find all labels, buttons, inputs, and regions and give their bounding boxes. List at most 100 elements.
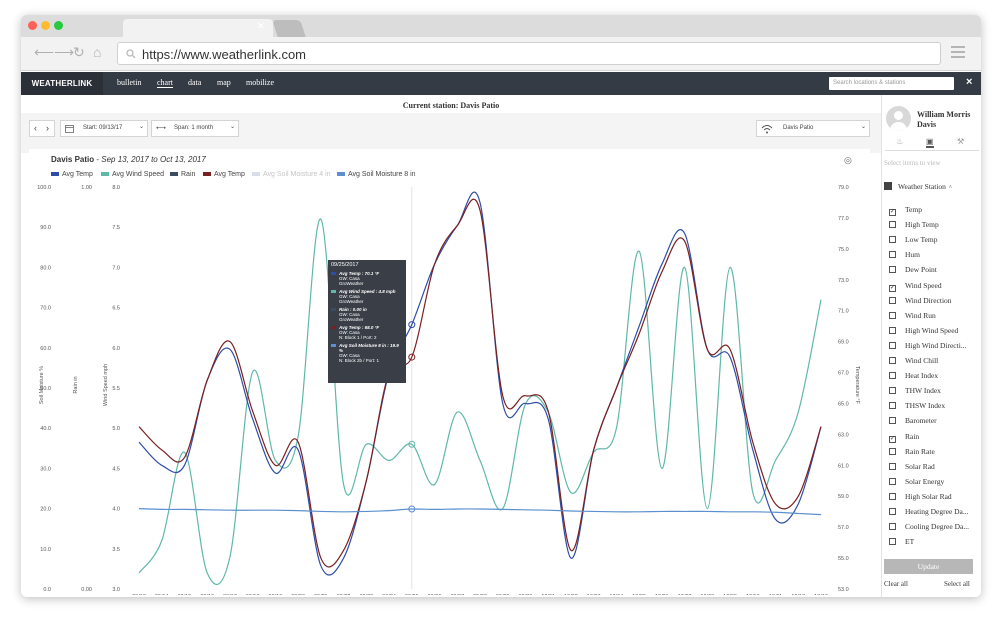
checked-checkbox-icon[interactable]: ✓ — [889, 209, 896, 216]
nav-bulletin[interactable]: bulletin — [117, 78, 141, 87]
checkbox-icon[interactable] — [889, 477, 896, 485]
search-icon — [126, 49, 136, 59]
checkbox-icon[interactable] — [889, 462, 896, 470]
tooltip-entry: Avg Wind Speed : 4.8 mph GW: Casa GroWeath… — [331, 289, 403, 304]
station-icon — [884, 182, 892, 190]
x-axis-tick: 09/15 — [178, 594, 192, 595]
sidebar-item-rain-rate[interactable]: Rain Rate — [889, 447, 935, 458]
sidebar-item-high-solar-rad[interactable]: High Solar Rad — [889, 492, 952, 503]
tooltip-line: N: Block 1 / Port: 2 — [339, 335, 377, 340]
x-axis-tick: 09/24 — [382, 594, 396, 595]
tab-tools-icon[interactable]: ⚒ — [957, 137, 964, 146]
browser-tab[interactable] — [123, 19, 273, 37]
checkbox-icon[interactable] — [889, 341, 896, 349]
sidebar-item-low-temp[interactable]: Low Temp — [889, 235, 937, 246]
checkbox-icon[interactable] — [889, 417, 896, 425]
checked-checkbox-icon[interactable]: ✓ — [889, 284, 896, 292]
sidebar-item-et[interactable]: ET — [889, 537, 914, 548]
nav-mobilize[interactable]: mobilize — [246, 78, 274, 87]
wind-axis-tick: 8.0 — [112, 185, 120, 191]
sidebar-item-high-wind-directi[interactable]: High Wind Directi... — [889, 341, 966, 352]
app-logo[interactable]: WEATHERLINK — [21, 72, 103, 95]
wind-axis-tick: 5.5 — [112, 386, 120, 392]
station-select[interactable]: Davis Patio ⌄ — [756, 120, 870, 137]
home-icon[interactable]: ⌂ — [93, 44, 101, 60]
sidebar-item-solar-rad[interactable]: Solar Rad — [889, 462, 935, 473]
clear-all-link[interactable]: Clear all — [884, 580, 908, 588]
nav-map[interactable]: map — [217, 78, 231, 87]
sidebar-item-wind-run[interactable]: Wind Run — [889, 311, 936, 322]
sidebar-item-label: Low Temp — [905, 235, 938, 245]
start-date-picker[interactable]: Start: 09/13/17 ⌄ — [60, 120, 148, 137]
sidebar-item-high-wind-speed[interactable]: High Wind Speed — [889, 326, 958, 337]
sidebar-item-label: High Solar Rad — [905, 491, 952, 501]
url-bar[interactable]: https://www.weatherlink.com — [117, 42, 941, 65]
soil-axis-tick: 70.0 — [40, 306, 51, 312]
checkbox-icon[interactable] — [889, 372, 896, 380]
chart-settings-icon[interactable]: ◎ — [844, 155, 852, 166]
select-all-link[interactable]: Select all — [944, 580, 970, 588]
checkbox-icon[interactable] — [889, 326, 896, 334]
nav-data[interactable]: data — [188, 78, 201, 87]
checkbox-icon[interactable] — [889, 492, 896, 500]
checkbox-icon[interactable] — [889, 508, 896, 515]
x-axis-tick: 09/30 — [519, 594, 533, 595]
reload-icon[interactable]: ↻ — [73, 44, 85, 61]
maximize-window-button[interactable] — [54, 21, 63, 30]
sidebar-item-barometer[interactable]: Barometer — [889, 416, 937, 427]
checkbox-icon[interactable] — [889, 357, 896, 364]
checkbox-icon[interactable] — [889, 221, 896, 229]
weather-station-group[interactable]: Weather Station ^ — [884, 182, 952, 191]
checkbox-icon[interactable] — [889, 266, 896, 274]
checkbox-icon[interactable] — [889, 311, 896, 319]
sidebar-item-heating-degree-da[interactable]: Heating Degree Da... — [889, 507, 969, 518]
sidebar-item-thw-index[interactable]: THW Index — [889, 386, 941, 397]
sidebar-item-dew-point[interactable]: Dew Point — [889, 265, 937, 276]
sidebar-item-label: THSW Index — [905, 401, 946, 411]
span-select[interactable]: ⟷ Span: 1 month ⌄ — [151, 120, 239, 137]
previous-arrow-icon[interactable]: ‹ — [34, 123, 37, 133]
close-window-button[interactable] — [28, 21, 37, 30]
location-search-input[interactable]: Search locations & stations — [829, 77, 954, 90]
tab-thermometer-icon[interactable]: ♨ — [896, 137, 903, 146]
sidebar-item-wind-direction[interactable]: Wind Direction — [889, 296, 952, 307]
tooltip-entry: Avg Temp : 70.1 °F GW: Casa GroWeather — [331, 271, 403, 286]
checkbox-icon[interactable] — [889, 296, 896, 304]
x-axis-tick: 10/05 — [632, 594, 646, 595]
avatar-body — [890, 122, 907, 131]
sidebar-item-wind-speed[interactable]: ✓ Wind Speed — [889, 281, 942, 292]
sidebar-item-thsw-index[interactable]: THSW Index — [889, 401, 945, 412]
nav-chart[interactable]: chart — [157, 78, 173, 88]
checkbox-icon[interactable] — [889, 402, 896, 410]
checkbox-icon[interactable] — [889, 236, 896, 244]
sidebar-item-label: Temp — [905, 205, 922, 214]
sidebar-item-high-temp[interactable]: High Temp — [889, 220, 939, 231]
update-button[interactable]: Update — [884, 559, 973, 574]
avatar[interactable] — [886, 106, 911, 131]
tab-station-icon[interactable]: ▣ — [926, 137, 934, 148]
soil-axis-tick: 40.0 — [40, 426, 51, 432]
avg-wind-speed-line-0 — [138, 218, 822, 585]
new-tab-button[interactable] — [272, 20, 306, 37]
sidebar-item-solar-energy[interactable]: Solar Energy — [889, 477, 944, 488]
sidebar-item-temp[interactable]: ✓ Temp — [889, 205, 922, 216]
checkbox-icon[interactable] — [889, 447, 896, 455]
checkbox-icon[interactable] — [889, 523, 896, 531]
tab-close-icon[interactable]: × — [257, 18, 265, 33]
checkbox-icon[interactable] — [889, 251, 896, 259]
temp-axis-tick: 65.0 — [838, 401, 849, 407]
sidebar-item-cooling-degree-da[interactable]: Cooling Degree Da... — [889, 522, 969, 533]
close-icon[interactable]: × — [966, 76, 972, 88]
sidebar-item-hum[interactable]: Hum — [889, 250, 920, 261]
back-arrow-icon[interactable]: ⟵ — [34, 44, 54, 61]
sidebar-item-heat-index[interactable]: Heat Index — [889, 371, 938, 382]
sidebar-item-wind-chill[interactable]: Wind Chill — [889, 356, 938, 367]
minimize-window-button[interactable] — [41, 21, 50, 30]
checked-checkbox-icon[interactable]: ✓ — [889, 435, 896, 443]
sidebar-item-rain[interactable]: ✓ Rain — [889, 432, 919, 443]
browser-menu-icon[interactable] — [951, 46, 965, 61]
next-arrow-icon[interactable]: › — [46, 123, 49, 133]
forward-arrow-icon[interactable]: ⟶ — [54, 44, 74, 61]
checkbox-icon[interactable] — [889, 538, 896, 546]
checkbox-icon[interactable] — [889, 387, 896, 395]
